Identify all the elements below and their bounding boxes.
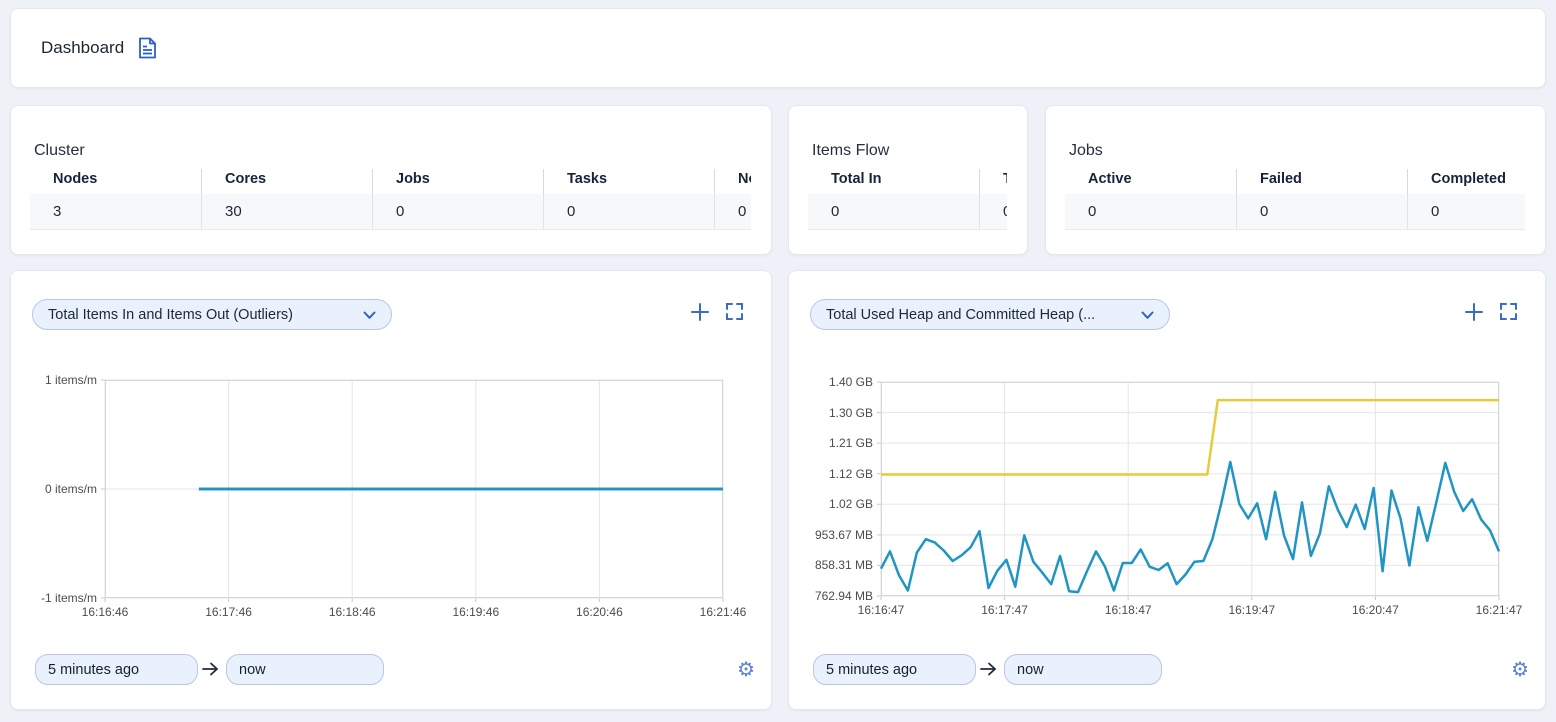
gear-icon: ⚙ (1511, 657, 1529, 681)
fullscreen-button[interactable] (1495, 300, 1521, 326)
x-tick-label: 16:17:47 (981, 603, 1028, 617)
page-title: Dashboard (41, 38, 124, 58)
stat-value: 3 (30, 194, 201, 229)
y-tick-label: 1 items/m (45, 373, 97, 387)
metric-select-items[interactable]: Total Items In and Items Out (Outliers) (32, 299, 392, 330)
plot-area[interactable] (881, 382, 1499, 596)
stat-value: 30 (201, 194, 372, 229)
plus-icon (1464, 310, 1484, 325)
x-tick-label: 16:21:46 (700, 605, 747, 619)
heap-chart-card: Total Used Heap and Committed Heap (... … (788, 270, 1546, 710)
stat-value: 0 (714, 194, 751, 229)
y-tick-label: 762.94 MB (815, 589, 873, 603)
column-header: Completed (1407, 169, 1525, 194)
stat-value: 0 (372, 194, 543, 229)
column-header: Tasks (543, 169, 714, 194)
x-tick-label: 16:16:47 (858, 603, 905, 617)
items-chart: 1 items/m0 items/m-1 items/m 16:16:46 16:… (11, 380, 771, 630)
cluster-card-title: Cluster (34, 142, 85, 160)
x-tick-label: 16:20:46 (576, 605, 623, 619)
x-axis-labels: 16:16:4616:17:4616:18:4616:19:4616:20:46… (105, 605, 723, 621)
time-from-input[interactable] (35, 654, 198, 685)
column-header: Total In (808, 169, 979, 194)
jobs-card-title: Jobs (1069, 142, 1103, 160)
x-tick-label: 16:18:47 (1105, 603, 1152, 617)
column-header: Active (1065, 169, 1236, 194)
y-tick-label: 1.40 GB (829, 375, 873, 389)
items-flow-table: Total InTotal Out00 (808, 169, 1007, 230)
arrow-right-icon (201, 661, 220, 682)
stat-value: 0 (1407, 194, 1525, 229)
metric-select-heap[interactable]: Total Used Heap and Committed Heap (... (810, 299, 1170, 330)
time-to-input[interactable] (1004, 654, 1162, 685)
heap-chart: 1.40 GB1.30 GB1.21 GB1.12 GB1.02 GB953.6… (789, 382, 1545, 630)
y-tick-label: 1.21 GB (829, 436, 873, 450)
fullscreen-button[interactable] (721, 300, 747, 326)
x-tick-label: 16:19:47 (1228, 603, 1275, 617)
x-tick-label: 16:16:46 (82, 605, 129, 619)
y-axis-labels: 1.40 GB1.30 GB1.21 GB1.12 GB1.02 GB953.6… (789, 382, 873, 596)
plus-icon (690, 310, 710, 325)
jobs-table: ActiveFailedCompleted000 (1065, 169, 1525, 230)
y-axis-labels: 1 items/m0 items/m-1 items/m (11, 380, 97, 598)
y-tick-label: 953.67 MB (815, 528, 873, 542)
expand-icon (1500, 308, 1517, 323)
gear-icon: ⚙ (737, 657, 755, 681)
y-tick-label: -1 items/m (41, 591, 97, 605)
time-from-input[interactable] (813, 654, 976, 685)
y-tick-label: 1.02 GB (829, 497, 873, 511)
stat-value: 0 (979, 194, 1007, 229)
items-chart-card: Total Items In and Items Out (Outliers) … (10, 270, 772, 710)
chart-settings-button[interactable]: ⚙ (1511, 655, 1529, 683)
add-chart-button[interactable] (1461, 300, 1487, 326)
y-tick-label: 1.30 GB (829, 406, 873, 420)
jobs-card: Jobs ActiveFailedCompleted000 (1045, 105, 1546, 255)
document-icon (138, 37, 157, 59)
stat-value: 0 (543, 194, 714, 229)
y-tick-label: 1.12 GB (829, 467, 873, 481)
stat-value: 0 (1236, 194, 1407, 229)
stat-value: 0 (1065, 194, 1236, 229)
x-tick-label: 16:17:46 (205, 605, 252, 619)
y-tick-label: 0 items/m (45, 482, 97, 496)
expand-icon (726, 308, 743, 323)
column-header: Nodes (30, 169, 201, 194)
y-tick-label: 858.31 MB (815, 558, 873, 572)
arrow-right-icon (979, 661, 998, 682)
cluster-table: NodesCoresJobsTasksNo330000 (30, 169, 751, 230)
metric-select-label: Total Used Heap and Committed Heap (... (826, 307, 1095, 323)
x-tick-label: 16:18:46 (329, 605, 376, 619)
top-bar: Dashboard (10, 8, 1546, 88)
add-chart-button[interactable] (687, 300, 713, 326)
plot-area[interactable] (105, 380, 723, 598)
metric-select-label: Total Items In and Items Out (Outliers) (48, 307, 293, 323)
chart-settings-button[interactable]: ⚙ (737, 655, 755, 683)
stat-value: 0 (808, 194, 979, 229)
column-header: Total Out (979, 169, 1007, 194)
items-flow-card: Items Flow Total InTotal Out00 (788, 105, 1028, 255)
time-to-input[interactable] (226, 654, 384, 685)
column-header: Jobs (372, 169, 543, 194)
x-tick-label: 16:21:47 (1476, 603, 1523, 617)
column-header: Failed (1236, 169, 1407, 194)
items-flow-card-title: Items Flow (812, 142, 889, 160)
x-axis-labels: 16:16:4716:17:4716:18:4716:19:4716:20:47… (881, 603, 1499, 619)
x-tick-label: 16:20:47 (1352, 603, 1399, 617)
x-tick-label: 16:19:46 (452, 605, 499, 619)
column-header: No (714, 169, 751, 194)
column-header: Cores (201, 169, 372, 194)
cluster-card: Cluster NodesCoresJobsTasksNo330000 (10, 105, 772, 255)
